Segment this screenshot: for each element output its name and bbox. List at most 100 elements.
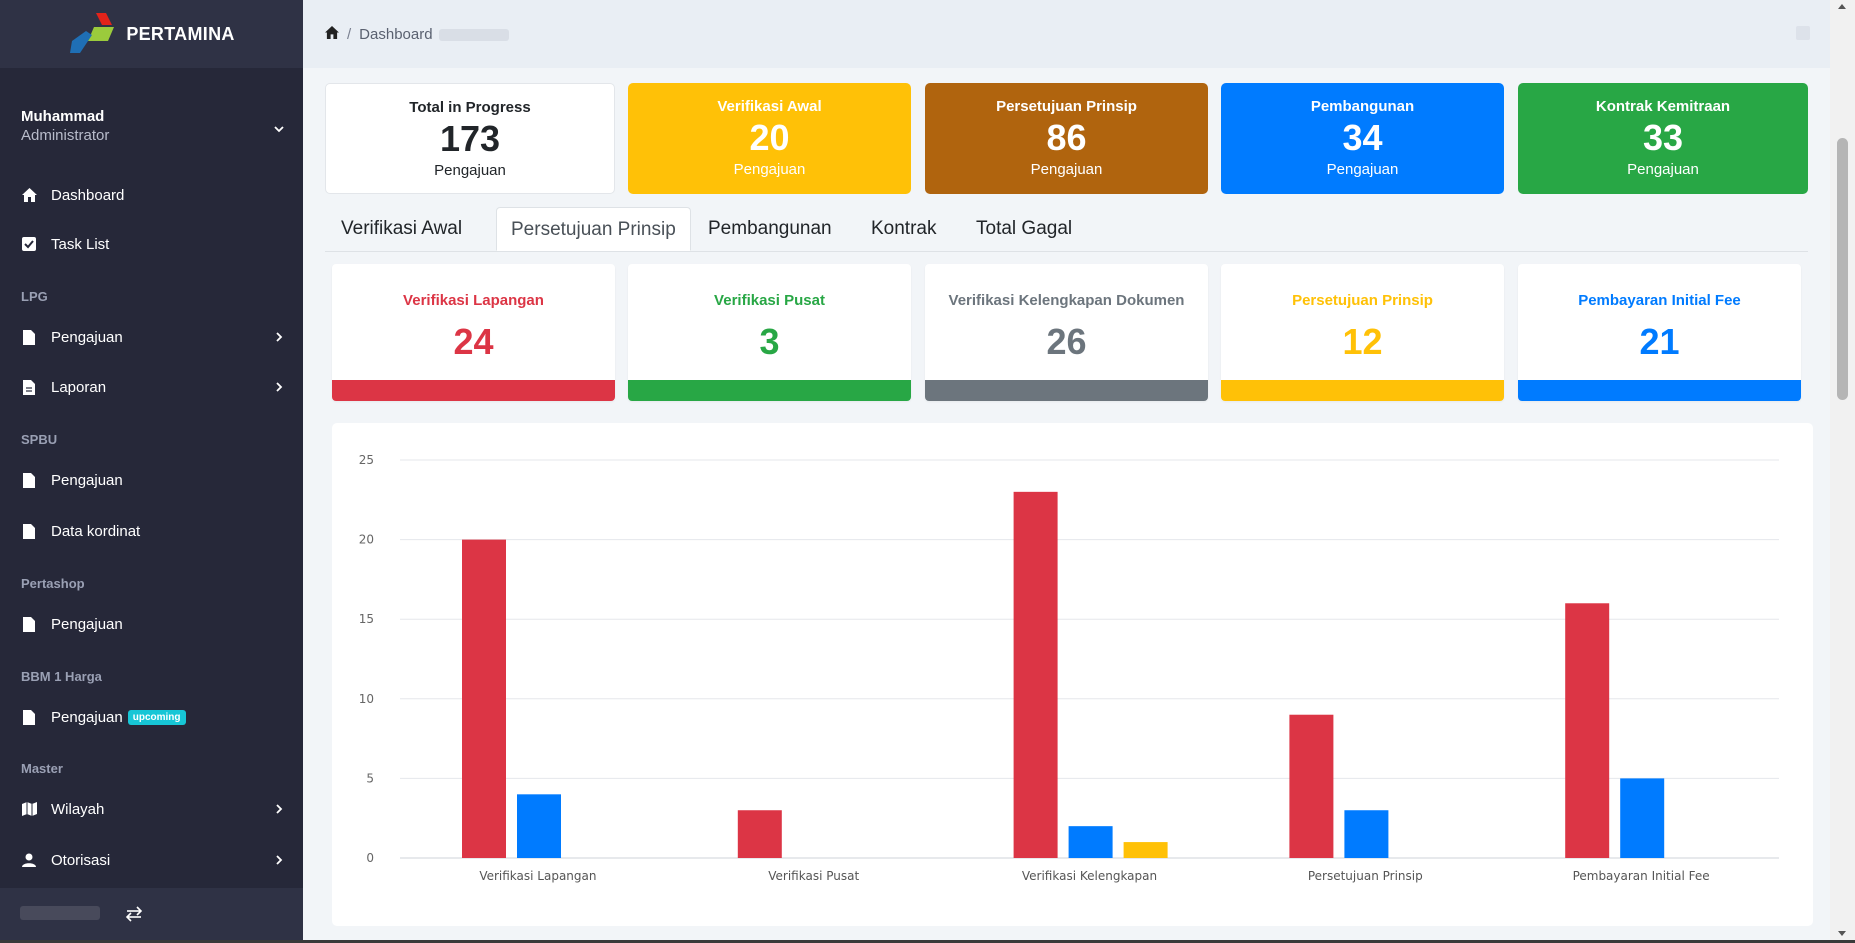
section-label-spbu: SPBU: [21, 432, 58, 447]
sub-card-title: Verifikasi Lapangan: [403, 292, 544, 309]
sidebar-item-label: Pengajuan: [51, 708, 123, 726]
swap-arrows-icon[interactable]: [125, 906, 143, 922]
sub-card-pembayaran-initial-fee: Pembayaran Initial Fee 21: [1518, 264, 1801, 401]
sub-card-title: Pembayaran Initial Fee: [1578, 292, 1741, 309]
file-icon: [21, 616, 37, 632]
stat-card-persetujuan-prinsip: Persetujuan Prinsip 86 Pengajuan: [925, 83, 1208, 194]
home-icon[interactable]: [325, 26, 339, 43]
chevron-right-icon: [276, 804, 283, 814]
stat-card-total: Total in Progress 173 Pengajuan: [325, 83, 615, 194]
chart-bar: [1620, 778, 1665, 858]
sidebar-item-label: Otorisasi: [51, 851, 111, 869]
sidebar-item-dashboard[interactable]: Dashboard: [21, 181, 286, 209]
x-tick-label: Verifikasi Lapangan: [479, 869, 596, 883]
chart-card: 0 5 10 15 20 25 Verifikasi Lapangan Verifikasi …: [332, 423, 1813, 926]
sidebar-item-otorisasi[interactable]: Otorisasi: [21, 846, 286, 874]
stat-value: 34: [1342, 117, 1383, 158]
sidebar-item-label: Pengajuan: [51, 471, 123, 489]
sub-card-bar: [332, 380, 615, 401]
tab-kontrak[interactable]: Kontrak: [857, 207, 950, 251]
upcoming-badge: upcoming: [127, 709, 186, 725]
chart-bar: [1068, 826, 1113, 858]
sidebar-item-lpg-pengajuan[interactable]: Pengajuan: [21, 323, 286, 351]
breadcrumb-current: Dashboard: [359, 26, 433, 43]
sidebar: PERTAMINA Muhammad Administrator Dashboa…: [0, 0, 303, 940]
y-tick-label: 0: [366, 851, 374, 865]
breadcrumb: / Dashboard: [325, 26, 509, 43]
chart-bar: [1344, 810, 1389, 858]
sidebar-item-spbu-pengajuan[interactable]: Pengajuan: [21, 466, 286, 494]
sidebar-footer: [0, 888, 303, 940]
sub-card-title: Verifikasi Kelengkapan Dokumen: [948, 292, 1185, 309]
y-tick-label: 15: [359, 612, 374, 626]
tab-bar: Verifikasi Awal Persetujuan Prinsip Pemb…: [325, 207, 1808, 252]
top-faint-icon: [1796, 26, 1810, 40]
sub-card-value: 21: [1639, 321, 1680, 362]
chart-bar: [1289, 714, 1334, 858]
y-tick-label: 5: [366, 771, 374, 785]
tab-persetujuan-prinsip[interactable]: Persetujuan Prinsip: [496, 207, 691, 251]
x-tick-label: Persetujuan Prinsip: [1308, 869, 1423, 883]
sidebar-item-wilayah[interactable]: Wilayah: [21, 795, 286, 823]
sidebar-item-label: Task List: [51, 235, 110, 253]
tab-total-gagal[interactable]: Total Gagal: [962, 207, 1086, 251]
user-profile[interactable]: Muhammad Administrator: [21, 108, 286, 144]
scrollbar-thumb[interactable]: [1837, 138, 1848, 400]
tab-pembangunan[interactable]: Pembangunan: [694, 207, 846, 251]
user-role: Administrator: [21, 127, 110, 144]
stat-card-verifikasi-awal: Verifikasi Awal 20 Pengajuan: [628, 83, 911, 194]
sidebar-item-label: Dashboard: [51, 186, 125, 204]
scroll-up-arrow-icon[interactable]: [1838, 4, 1846, 9]
chevron-right-icon: [276, 382, 283, 392]
top-bar: / Dashboard: [303, 0, 1830, 68]
y-tick-label: 10: [359, 692, 374, 706]
sub-card-bar: [925, 380, 1208, 401]
chart-bar: [517, 794, 561, 858]
file-icon: [21, 709, 37, 725]
chart-bar: [1013, 491, 1058, 858]
stat-value: 33: [1642, 117, 1684, 158]
pertamina-logo-icon: [68, 11, 116, 58]
stat-card-kontrak-kemitraan: Kontrak Kemitraan 33 Pengajuan: [1518, 83, 1808, 194]
stat-title: Persetujuan Prinsip: [996, 98, 1137, 115]
stat-title: Pembangunan: [1310, 98, 1415, 115]
chevron-down-icon[interactable]: [272, 122, 286, 136]
x-tick-label: Pembayaran Initial Fee: [1573, 869, 1710, 883]
home-icon: [21, 187, 37, 203]
chart-bar: [462, 539, 506, 858]
file-text-icon: [21, 379, 37, 395]
file-icon: [21, 472, 37, 488]
section-label-pertashop: Pertashop: [21, 576, 85, 591]
chart-bar: [737, 810, 782, 858]
tab-verifikasi-awal[interactable]: Verifikasi Awal: [327, 207, 476, 251]
vertical-scrollbar[interactable]: [1830, 0, 1855, 940]
sub-card-title: Verifikasi Pusat: [714, 292, 825, 309]
sub-card-verifikasi-pusat: Verifikasi Pusat 3: [628, 264, 911, 401]
sidebar-item-bbm-pengajuan[interactable]: Pengajuan upcoming: [21, 703, 286, 731]
file-icon: [21, 523, 37, 539]
sidebar-item-spbu-data-kordinat[interactable]: Data kordinat: [21, 517, 286, 545]
chevron-right-icon: [276, 855, 283, 865]
x-tick-label: Verifikasi Kelengkapan: [1022, 869, 1157, 883]
brand-name: PERTAMINA: [126, 23, 235, 44]
sidebar-item-task-list[interactable]: Task List: [21, 230, 286, 258]
scroll-down-arrow-icon[interactable]: [1838, 931, 1846, 936]
brand-header[interactable]: PERTAMINA: [0, 0, 303, 68]
stat-title: Kontrak Kemitraan: [1595, 98, 1731, 115]
breadcrumb-blurred: [438, 28, 509, 41]
sidebar-item-lpg-laporan[interactable]: Laporan: [21, 373, 286, 401]
y-tick-label: 25: [359, 453, 374, 467]
stat-value: 173: [439, 118, 501, 159]
footer-faint-item: [20, 906, 100, 920]
user-name: Muhammad: [21, 108, 105, 125]
map-icon: [21, 801, 37, 817]
stat-value: 86: [1046, 117, 1087, 158]
y-tick-label: 20: [359, 533, 374, 547]
stat-title: Verifikasi Awal: [717, 98, 822, 115]
sidebar-item-pertashop-pengajuan[interactable]: Pengajuan: [21, 610, 286, 638]
stat-sub: Pengajuan: [1627, 161, 1699, 178]
section-label-master: Master: [21, 761, 63, 776]
sub-card-persetujuan-prinsip: Persetujuan Prinsip 12: [1221, 264, 1504, 401]
sidebar-item-label: Pengajuan: [51, 328, 123, 346]
sub-card-title: Persetujuan Prinsip: [1292, 292, 1433, 309]
